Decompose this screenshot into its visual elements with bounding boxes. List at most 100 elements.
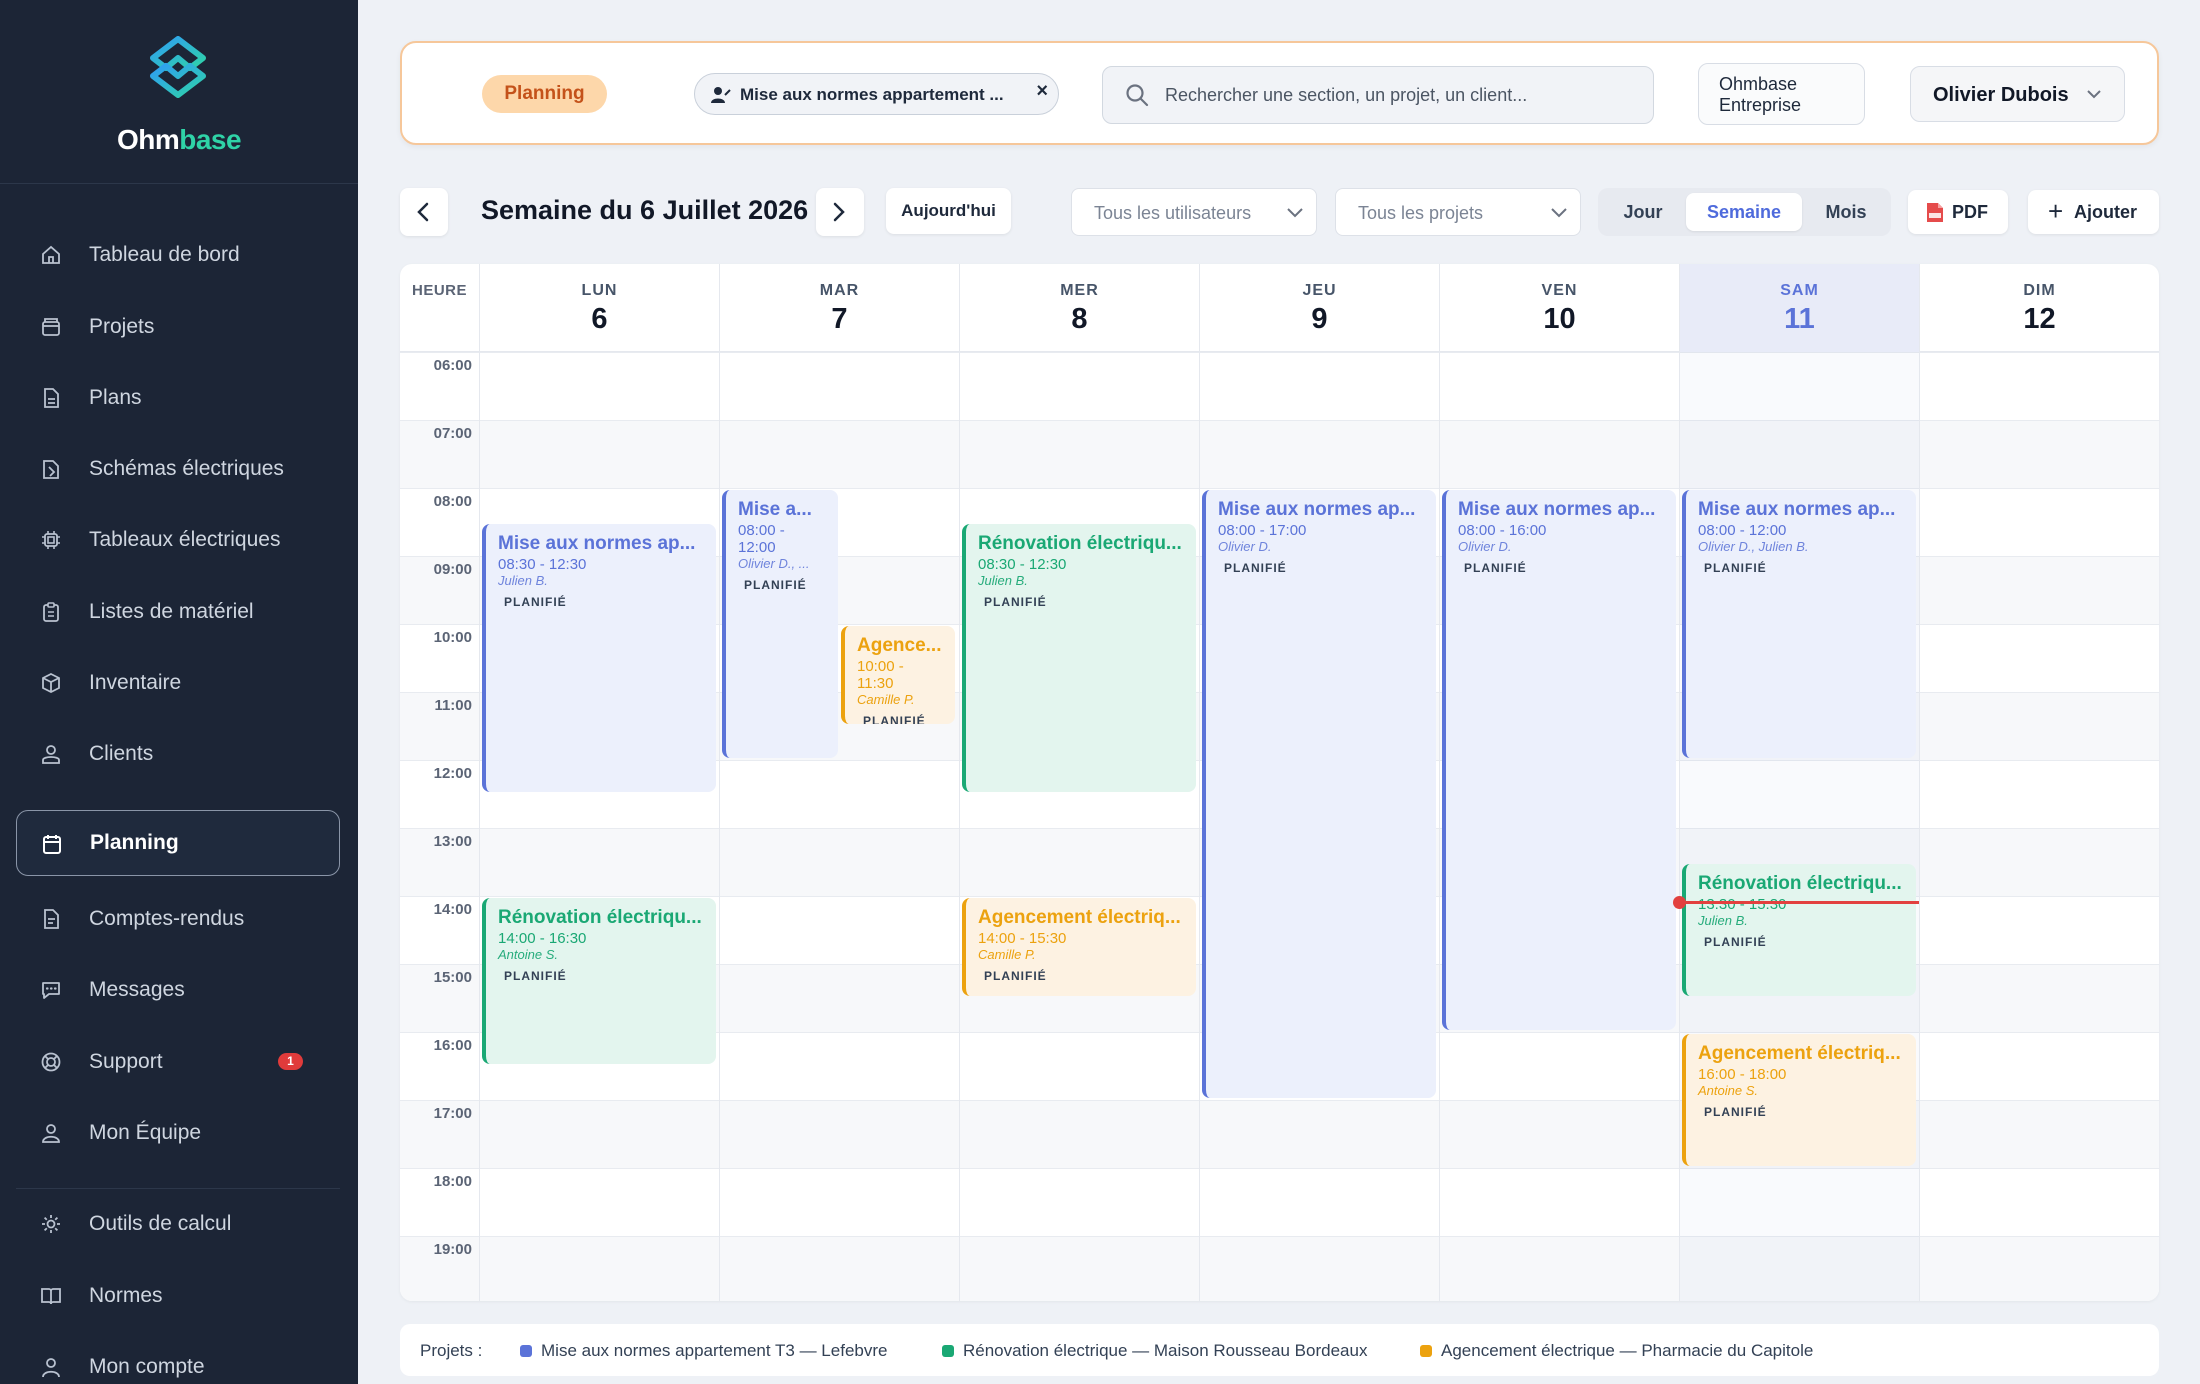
day-number: 6 [591, 303, 608, 335]
day-header-dim[interactable]: DIM 12 [1919, 264, 2159, 352]
day-number: 12 [2023, 303, 2056, 335]
event-time: 08:30 - 12:30 [498, 556, 587, 573]
pdf-export-button[interactable]: PDF [1908, 190, 2008, 234]
event-title: Rénovation électriqu... [978, 533, 1182, 554]
sidebar-item-listes-de-materiel[interactable]: Listes de matériel [16, 579, 340, 645]
view-day-button[interactable]: Jour [1606, 193, 1680, 231]
day-header-lun[interactable]: LUN 6 [479, 264, 719, 352]
legend-item[interactable]: Mise aux normes appartement T3 — Lefebvr… [520, 1341, 887, 1361]
event-time: 08:00 - 17:00 [1218, 522, 1307, 539]
column-divider [1439, 352, 1440, 1301]
schema-icon [43, 460, 59, 479]
event-assignee: Olivier D. [1458, 539, 1512, 554]
search-input[interactable] [1165, 77, 1635, 113]
hour-label: 07:00 [433, 425, 472, 442]
day-number: 7 [831, 303, 848, 335]
sidebar-item-planning[interactable]: Planning [16, 810, 340, 876]
today-button[interactable]: Aujourd'hui [886, 188, 1011, 234]
users-filter-select[interactable]: Tous les utilisateurs [1071, 188, 1317, 236]
users-filter-value: Tous les utilisateurs [1094, 203, 1252, 223]
add-event-button[interactable]: + Ajouter [2028, 190, 2159, 234]
day-header-mar[interactable]: MAR 7 [719, 264, 959, 352]
sidebar-item-label: Comptes-rendus [89, 907, 245, 930]
legend-label: Mise aux normes appartement T3 — Lefebvr… [541, 1341, 888, 1360]
calendar-event[interactable]: Mise a... 08:00 -12:00 Olivier D., ... PLAN… [722, 490, 838, 758]
section-pill: Planning [482, 75, 607, 113]
day-header-sam[interactable]: SAM 11 [1679, 264, 1919, 352]
sidebar-item-schemas-electriques[interactable]: Schémas électriques [16, 436, 340, 502]
sidebar-item-mon-compte[interactable]: Mon compte [16, 1334, 340, 1384]
event-status: PLANIFIÉ [1704, 561, 1767, 575]
calendar-event[interactable]: Rénovation électriqu... 13:30 - 15:30 Juli… [1682, 864, 1916, 996]
hour-label: 17:00 [433, 1105, 472, 1122]
company-switcher[interactable]: Ohmbase Entreprise [1698, 63, 1865, 125]
view-week-button[interactable]: Semaine [1686, 193, 1802, 231]
chevron-down-icon [1551, 208, 1567, 218]
logo[interactable]: Ohmbase [0, 0, 358, 184]
company-type: Entreprise [1719, 95, 1802, 115]
projects-filter-value: Tous les projets [1358, 203, 1484, 223]
legend-swatch [1420, 1345, 1432, 1357]
calendar-event[interactable]: Agencement électriq... 16:00 - 18:00 Antoi… [1682, 1034, 1916, 1166]
legend-swatch [520, 1345, 532, 1357]
sidebar-item-plans[interactable]: Plans [16, 365, 340, 431]
next-week-button[interactable] [816, 188, 864, 236]
clipboard-icon [43, 602, 59, 622]
calendar-grid: 06:00 07:00 08:00 09:00 10:00 11:00 12:00 13:00… [400, 352, 2159, 1301]
close-icon[interactable]: × [1036, 80, 1048, 103]
folder-icon [42, 318, 60, 336]
event-assignee: Julien B. [1698, 913, 1748, 928]
pdf-label: PDF [1952, 202, 1988, 222]
event-time: 08:30 - 12:30 [978, 556, 1067, 573]
legend-title: Projets : [420, 1341, 483, 1360]
calendar-event[interactable]: Agencement électriq... 14:00 - 15:30 Camil… [962, 898, 1196, 996]
calendar-event[interactable]: Mise aux normes ap... 08:00 - 17:00 Olivie… [1202, 490, 1436, 1098]
view-month-button[interactable]: Mois [1808, 193, 1884, 231]
calendar-event[interactable]: Rénovation électriqu... 08:30 - 12:30 Juli… [962, 524, 1196, 792]
sidebar-item-projets[interactable]: Projets [16, 294, 340, 360]
day-header-jeu[interactable]: JEU 9 [1199, 264, 1439, 352]
calendar-event[interactable]: Mise aux normes ap... 08:00 - 16:00 Olivie… [1442, 490, 1676, 1030]
company-name: Ohmbase [1719, 74, 1798, 94]
event-status: PLANIFIÉ [984, 595, 1047, 609]
event-time: 13:30 - 15:30 [1698, 896, 1787, 913]
calendar-event[interactable]: Mise aux normes ap... 08:00 - 12:00 Olivie… [1682, 490, 1916, 758]
legend-item[interactable]: Rénovation électrique — Maison Rousseau … [942, 1341, 1367, 1361]
calendar-event[interactable]: Agence... 10:00 -11:30 Camille P. PLANIFIÉ [841, 626, 955, 724]
project-filter-chip[interactable]: Mise aux normes appartement ... × [694, 73, 1059, 115]
chevron-down-icon [1287, 208, 1303, 218]
sidebar-item-tableaux-electriques[interactable]: Tableaux électriques [16, 507, 340, 573]
hour-label: 18:00 [433, 1173, 472, 1190]
hour-column-header: HEURE [412, 282, 468, 299]
calendar-event[interactable]: Rénovation électriqu... 14:00 - 16:30 Anto… [482, 898, 716, 1064]
search-bar[interactable] [1102, 66, 1654, 124]
projects-filter-select[interactable]: Tous les projets [1335, 188, 1581, 236]
column-divider [959, 352, 960, 1301]
notification-badge: 1 [278, 1053, 303, 1070]
sidebar-item-comptes-rendus[interactable]: Comptes-rendus [16, 886, 340, 952]
previous-week-button[interactable] [400, 188, 448, 236]
sidebar-item-clients[interactable]: Clients [16, 721, 340, 787]
day-header-mer[interactable]: MER 8 [959, 264, 1199, 352]
hour-label: 12:00 [433, 765, 472, 782]
sidebar-item-mon-equipe[interactable]: Mon Équipe [16, 1100, 340, 1166]
day-name: JEU [1302, 282, 1337, 299]
sidebar-item-label: Mon Équipe [89, 1121, 202, 1144]
sidebar-item-messages[interactable]: Messages [16, 957, 340, 1023]
hour-label: 14:00 [433, 901, 472, 918]
sidebar-item-inventaire[interactable]: Inventaire [16, 650, 340, 716]
calendar-event[interactable]: Mise aux normes ap... 08:30 - 12:30 Julien… [482, 524, 716, 792]
chip-label: Mise aux normes appartement ... [740, 85, 1004, 104]
sidebar-item-outils-de-calcul[interactable]: Outils de calcul [16, 1191, 340, 1257]
user-menu[interactable]: Olivier Dubois [1910, 66, 2125, 122]
plus-icon: + [2048, 196, 2064, 226]
sidebar-item-tableau-de-bord[interactable]: Tableau de bord [16, 222, 340, 288]
legend-item[interactable]: Agencement électrique — Pharmacie du Cap… [1420, 1341, 1813, 1361]
project-legend: Projets : Mise aux normes appartement T3… [400, 1324, 2159, 1376]
hour-label: 10:00 [433, 629, 472, 646]
sidebar-item-support[interactable]: Support 1 [16, 1029, 340, 1095]
sidebar-item-label: Listes de matériel [89, 600, 254, 623]
sidebar-item-normes[interactable]: Normes [16, 1263, 340, 1329]
day-header-ven[interactable]: VEN 10 [1439, 264, 1679, 352]
column-divider [1919, 352, 1920, 1301]
